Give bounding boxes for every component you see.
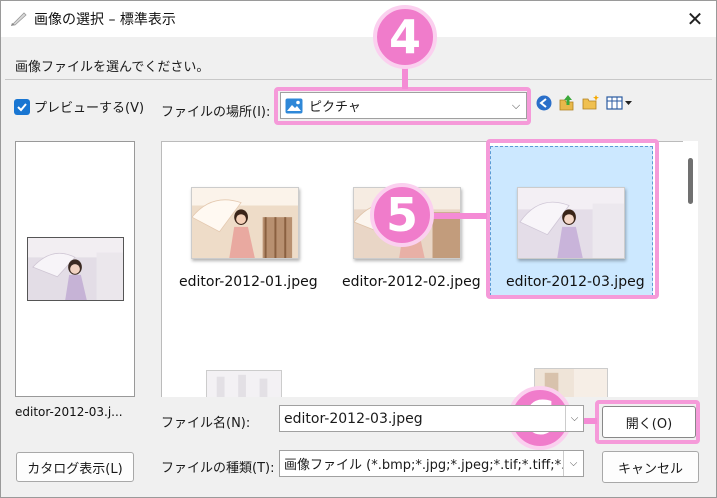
- image-select-dialog: 画像の選択 – 標準表示 ✕ 画像ファイルを選んでください。 プレビューする(V…: [0, 0, 717, 498]
- catalog-view-label: カタログ表示(L): [27, 461, 123, 477]
- view-menu-icon: [606, 96, 632, 110]
- checkbox-checked-icon[interactable]: [14, 98, 30, 115]
- file-name[interactable]: editor-2012-01.jpeg: [179, 274, 318, 290]
- filename-value: editor-2012-03.jpeg: [284, 410, 423, 427]
- back-icon: [536, 95, 552, 111]
- view-menu-button[interactable]: [605, 93, 635, 113]
- preview-image: [27, 237, 124, 301]
- open-button-label: 開く(O): [625, 416, 673, 432]
- filetype-value: 画像ファイル (*.bmp;*.jpg;*.jpeg;*.tif;*.tiff;…: [284, 458, 563, 473]
- callout-connector: [429, 213, 487, 219]
- window-title: 画像の選択 – 標準表示: [34, 12, 176, 28]
- up-folder-button[interactable]: [557, 93, 577, 113]
- divider: [5, 79, 712, 80]
- new-folder-button[interactable]: [581, 93, 601, 113]
- location-label: ファイルの場所(I):: [161, 105, 271, 120]
- cancel-button[interactable]: キャンセル: [602, 451, 699, 483]
- highlight-box-selected-file: [486, 139, 659, 299]
- callout-badge-4: 4: [373, 5, 437, 69]
- file-name[interactable]: editor-2012-02.jpeg: [342, 274, 481, 290]
- preview-pane: [15, 141, 135, 397]
- vertical-scrollbar[interactable]: [683, 141, 698, 397]
- file-thumbnail[interactable]: [191, 187, 299, 259]
- highlight-box-location: [274, 87, 531, 125]
- filetype-select[interactable]: 画像ファイル (*.bmp;*.jpg;*.jpeg;*.tif;*.tiff;…: [279, 450, 584, 477]
- open-button[interactable]: 開く(O): [602, 406, 696, 438]
- cancel-button-label: キャンセル: [617, 461, 683, 477]
- instruction-text: 画像ファイルを選んでください。: [15, 60, 210, 75]
- back-button[interactable]: [534, 93, 554, 113]
- filename-input[interactable]: editor-2012-03.jpeg ⌵: [279, 405, 584, 432]
- file-thumbnail-partial[interactable]: [206, 370, 282, 397]
- preview-toggle-label: プレビューする(V): [34, 101, 145, 116]
- chevron-down-icon: ⌵: [563, 451, 583, 476]
- preview-toggle[interactable]: プレビューする(V): [14, 97, 144, 116]
- scrollbar-thumb[interactable]: [688, 158, 693, 204]
- app-icon: [11, 12, 27, 26]
- callout-badge-5: 5: [370, 183, 434, 247]
- catalog-view-button[interactable]: カタログ表示(L): [16, 452, 134, 482]
- preview-caption: editor-2012-03.j...: [15, 405, 123, 419]
- title-bar: 画像の選択 – 標準表示 ✕: [1, 1, 716, 37]
- dropdown-arrow-icon[interactable]: ⌵: [565, 406, 583, 431]
- up-folder-icon: [559, 95, 574, 111]
- new-folder-icon: [582, 95, 599, 110]
- filename-label: ファイル名(N):: [161, 416, 251, 431]
- filetype-label: ファイルの種類(T):: [161, 461, 275, 476]
- close-icon: ✕: [686, 7, 704, 31]
- close-button[interactable]: ✕: [677, 5, 713, 33]
